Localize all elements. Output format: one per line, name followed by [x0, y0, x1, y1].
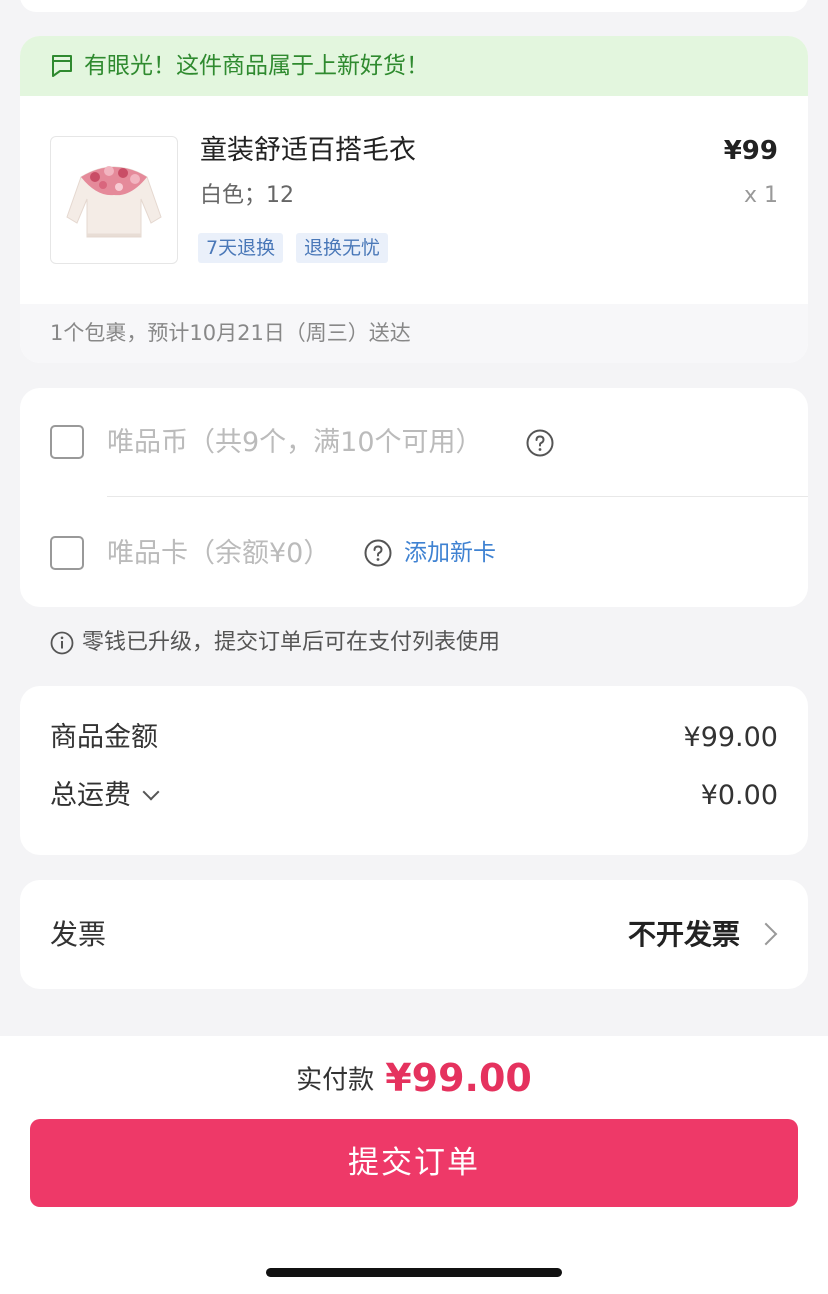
checkout-bar: 实付款 ¥99.00 提交订单 — [0, 1036, 828, 1294]
previous-card — [20, 0, 808, 12]
vip-payment-card: 唯品币（共9个，满10个可用） 唯品卡（余额¥0） 添加新卡 — [20, 388, 808, 607]
pay-summary: 实付款 ¥99.00 — [0, 1056, 828, 1100]
vip-card-label: 唯品卡（余额¥0） — [107, 538, 331, 569]
wallet-upgrade-notice: 零钱已升级，提交订单后可在支付列表使用 — [50, 627, 500, 659]
tag-worry-free-return: 退换无忧 — [296, 233, 389, 263]
tag-7-day-return: 7天退换 — [198, 233, 284, 263]
goods-amount-value: ¥99.00 — [683, 722, 778, 753]
add-new-card-link[interactable]: 添加新卡 — [404, 537, 496, 569]
question-circle-icon[interactable] — [364, 539, 392, 567]
submit-order-button[interactable]: 提交订单 — [30, 1119, 798, 1207]
product-quantity: x 1 — [743, 183, 778, 208]
banner-text: 有眼光！这件商品属于上新好货！ — [84, 53, 429, 79]
sweater-image — [66, 166, 162, 238]
shipping-label: 总运费 — [50, 780, 131, 811]
pay-label: 实付款 — [296, 1065, 375, 1096]
product-price: ¥99 — [723, 136, 778, 166]
shipping-toggle[interactable]: 总运费 — [50, 778, 160, 814]
question-circle-icon[interactable] — [526, 429, 554, 457]
shipping-value: ¥0.00 — [700, 780, 778, 811]
divider — [107, 496, 808, 497]
new-goods-banner: 有眼光！这件商品属于上新好货！ — [20, 36, 808, 96]
goods-amount-label: 商品金额 — [50, 722, 158, 753]
vip-coin-label: 唯品币（共9个，满10个可用） — [107, 427, 483, 458]
amount-summary-card: 商品金额 ¥99.00 总运费 ¥0.00 — [20, 686, 808, 855]
vip-card-checkbox[interactable] — [50, 536, 84, 570]
invoice-value: 不开发票 — [627, 918, 740, 951]
product-title[interactable]: 童装舒适百搭毛衣 — [200, 132, 416, 170]
flag-icon — [52, 55, 72, 77]
info-circle-icon — [50, 631, 74, 655]
notice-text: 零钱已升级，提交订单后可在支付列表使用 — [82, 630, 501, 655]
chevron-right-icon — [754, 922, 778, 946]
invoice-label: 发票 — [50, 918, 107, 951]
delivery-text: 1个包裹，预计10月21日（周三）送达 — [50, 321, 411, 345]
chevron-down-icon — [142, 783, 160, 801]
product-spec: 白色；12 — [200, 183, 294, 208]
vip-coin-checkbox[interactable] — [50, 425, 84, 459]
invoice-row[interactable]: 发票 不开发票 — [20, 880, 808, 989]
home-indicator[interactable] — [266, 1268, 562, 1277]
product-card: 有眼光！这件商品属于上新好货！ 童装舒适百搭毛衣 白色；12 ¥99 x 1 7… — [20, 36, 808, 363]
delivery-estimate: 1个包裹，预计10月21日（周三）送达 — [20, 304, 808, 363]
product-image[interactable] — [50, 136, 178, 264]
pay-amount: ¥99.00 — [385, 1056, 532, 1100]
